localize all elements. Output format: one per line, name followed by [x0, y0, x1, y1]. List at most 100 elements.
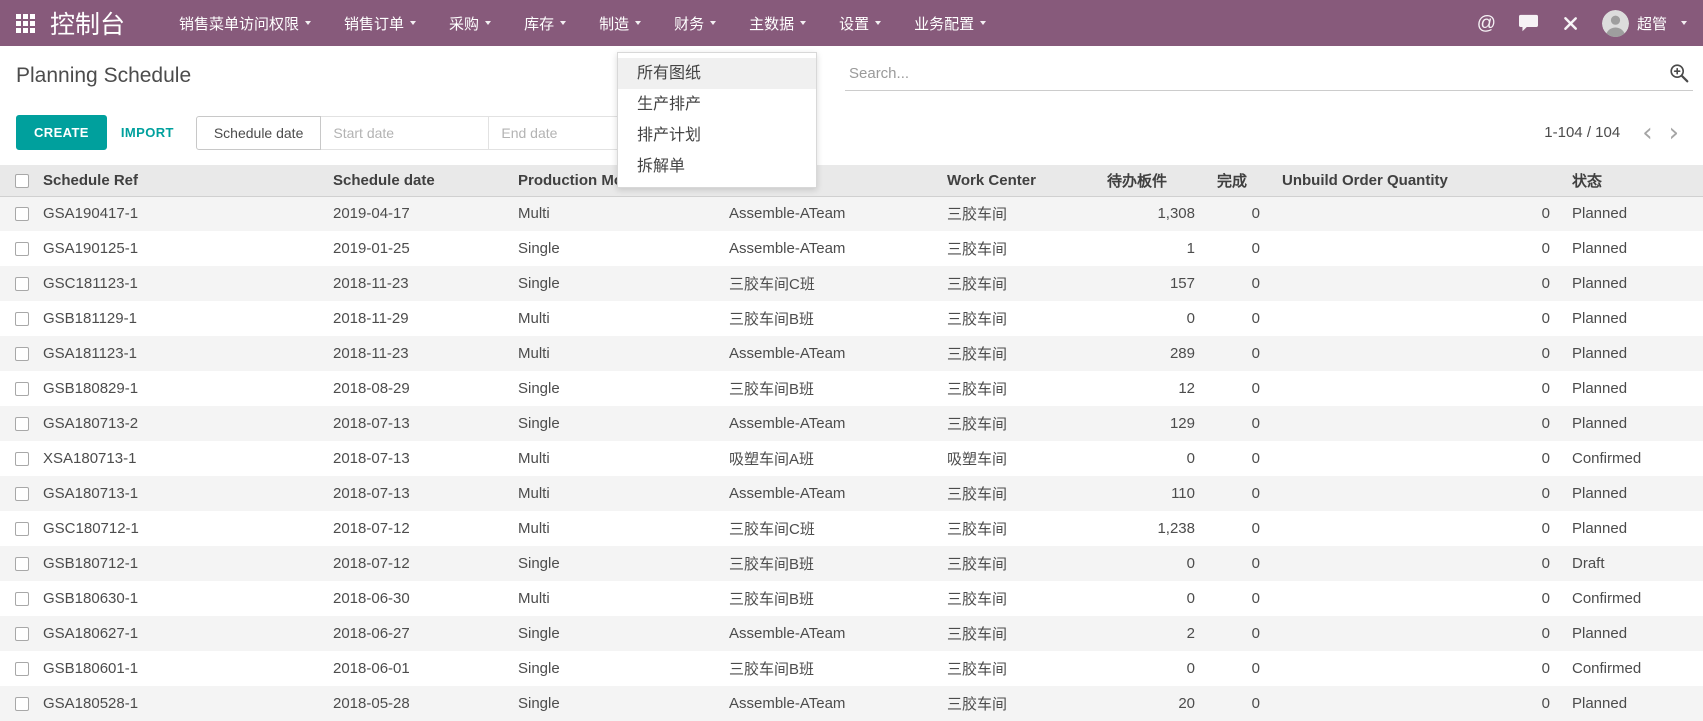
- cell-3: Single: [507, 651, 718, 686]
- table-row[interactable]: GSA190125-12019-01-25SingleAssemble-ATea…: [0, 231, 1703, 266]
- schedule-date-button[interactable]: Schedule date: [196, 116, 322, 150]
- nav-menu-1[interactable]: 销售菜单访问权限: [179, 13, 311, 34]
- row-checkbox[interactable]: [15, 417, 29, 431]
- next-page-button[interactable]: ›: [1661, 120, 1687, 146]
- table-row[interactable]: GSA180713-12018-07-13MultiAssemble-ATeam…: [0, 476, 1703, 511]
- nav-menu-2[interactable]: 销售订单: [344, 13, 416, 34]
- column-header-7[interactable]: 完成: [1206, 165, 1271, 196]
- table-row[interactable]: GSB180601-12018-06-01Single三胶车间B班三胶车间000…: [0, 651, 1703, 686]
- cell-7: 0: [1206, 301, 1271, 336]
- row-checkbox[interactable]: [15, 487, 29, 501]
- row-checkbox[interactable]: [15, 207, 29, 221]
- cell-5: 三胶车间: [936, 336, 1096, 371]
- row-checkbox[interactable]: [15, 627, 29, 641]
- row-checkbox[interactable]: [15, 697, 29, 711]
- table-row[interactable]: GSA180713-22018-07-13SingleAssemble-ATea…: [0, 406, 1703, 441]
- search-magnifier-icon[interactable]: [1667, 63, 1691, 83]
- row-checkbox[interactable]: [15, 452, 29, 466]
- table-row[interactable]: GSB181129-12018-11-29Multi三胶车间B班三胶车间000P…: [0, 301, 1703, 336]
- cell-6: 110: [1096, 476, 1206, 511]
- checkbox-cell: [0, 301, 32, 336]
- column-header-5[interactable]: Work Center: [936, 165, 1096, 196]
- column-header-9[interactable]: 状态: [1561, 165, 1703, 196]
- cell-2: 2018-06-01: [322, 651, 507, 686]
- tools-icon[interactable]: [1561, 14, 1580, 33]
- table-row[interactable]: GSB180829-12018-08-29Single三胶车间B班三胶车间120…: [0, 371, 1703, 406]
- column-header-8[interactable]: Unbuild Order Quantity: [1271, 165, 1561, 196]
- table-row[interactable]: GSC181123-12018-11-23Single三胶车间C班三胶车间157…: [0, 266, 1703, 301]
- nav-menu-label: 库存: [524, 13, 554, 34]
- cell-5: 三胶车间: [936, 546, 1096, 581]
- column-header-1[interactable]: Schedule Ref: [32, 165, 322, 196]
- row-checkbox[interactable]: [15, 242, 29, 256]
- table-row[interactable]: GSC180712-12018-07-12Multi三胶车间C班三胶车间1,23…: [0, 511, 1703, 546]
- dropdown-item-3[interactable]: 排产计划: [618, 120, 816, 151]
- mention-icon[interactable]: @: [1477, 14, 1496, 33]
- cell-4: 三胶车间B班: [718, 371, 936, 406]
- row-checkbox[interactable]: [15, 592, 29, 606]
- start-date-input[interactable]: [321, 116, 489, 150]
- cell-5: 三胶车间: [936, 581, 1096, 616]
- cell-8: 0: [1271, 301, 1561, 336]
- app-title[interactable]: 控制台: [50, 5, 125, 41]
- create-button[interactable]: CREATE: [16, 115, 107, 150]
- row-checkbox[interactable]: [15, 382, 29, 396]
- table-row[interactable]: GSA180627-12018-06-27SingleAssemble-ATea…: [0, 616, 1703, 651]
- user-menu[interactable]: 超管: [1602, 10, 1687, 37]
- row-checkbox[interactable]: [15, 347, 29, 361]
- nav-menu-6[interactable]: 财务: [674, 13, 716, 34]
- cell-5: 三胶车间: [936, 616, 1096, 651]
- dropdown-item-1[interactable]: 所有图纸: [618, 58, 816, 89]
- checkbox-cell: [0, 196, 32, 231]
- cell-7: 0: [1206, 546, 1271, 581]
- checkbox-cell: [0, 266, 32, 301]
- checkbox-cell: [0, 406, 32, 441]
- column-header-2[interactable]: Schedule date: [322, 165, 507, 196]
- row-checkbox[interactable]: [15, 522, 29, 536]
- table-row[interactable]: GSA190417-12019-04-17MultiAssemble-ATeam…: [0, 196, 1703, 231]
- cell-2: 2018-08-29: [322, 371, 507, 406]
- cell-3: Single: [507, 231, 718, 266]
- dropdown-item-4[interactable]: 拆解单: [618, 151, 816, 182]
- import-button[interactable]: IMPORT: [121, 125, 174, 140]
- nav-menu-3[interactable]: 采购: [449, 13, 491, 34]
- search-input[interactable]: [849, 65, 1667, 82]
- nav-menu-5[interactable]: 制造: [599, 13, 641, 34]
- cell-1: GSB180601-1: [32, 651, 322, 686]
- chat-icon[interactable]: [1518, 14, 1539, 33]
- row-checkbox[interactable]: [15, 662, 29, 676]
- apps-grid-icon[interactable]: [16, 14, 35, 33]
- nav-menu-7[interactable]: 主数据: [749, 13, 806, 34]
- cell-9: Draft: [1561, 546, 1703, 581]
- column-header-6[interactable]: 待办板件: [1096, 165, 1206, 196]
- nav-menu-9[interactable]: 业务配置: [914, 13, 986, 34]
- cell-2: 2018-07-13: [322, 441, 507, 476]
- nav-menu-label: 销售菜单访问权限: [179, 13, 299, 34]
- nav-menu-8[interactable]: 设置: [839, 13, 881, 34]
- avatar: [1602, 10, 1629, 37]
- dropdown-item-2[interactable]: 生产排产: [618, 89, 816, 120]
- cell-7: 0: [1206, 336, 1271, 371]
- checkbox-cell: [0, 511, 32, 546]
- select-all-checkbox[interactable]: [15, 174, 29, 188]
- prev-page-button[interactable]: ‹: [1634, 120, 1660, 146]
- row-checkbox[interactable]: [15, 277, 29, 291]
- cell-5: 吸塑车间: [936, 441, 1096, 476]
- checkbox-cell: [0, 476, 32, 511]
- cell-2: 2018-11-23: [322, 336, 507, 371]
- cell-4: Assemble-ATeam: [718, 231, 936, 266]
- navbar-right: @ 超管: [1477, 10, 1687, 37]
- table-row[interactable]: GSA181123-12018-11-23MultiAssemble-ATeam…: [0, 336, 1703, 371]
- table-row[interactable]: GSB180712-12018-07-12Single三胶车间B班三胶车间000…: [0, 546, 1703, 581]
- cell-5: 三胶车间: [936, 511, 1096, 546]
- nav-menu-label: 财务: [674, 13, 704, 34]
- row-checkbox[interactable]: [15, 557, 29, 571]
- table-row[interactable]: GSB180630-12018-06-30Multi三胶车间B班三胶车间000C…: [0, 581, 1703, 616]
- cell-7: 0: [1206, 476, 1271, 511]
- table-row[interactable]: XSA180713-12018-07-13Multi吸塑车间A班吸塑车间000C…: [0, 441, 1703, 476]
- nav-menu-label: 业务配置: [914, 13, 974, 34]
- row-checkbox[interactable]: [15, 312, 29, 326]
- cell-3: Multi: [507, 476, 718, 511]
- cell-8: 0: [1271, 476, 1561, 511]
- nav-menu-4[interactable]: 库存: [524, 13, 566, 34]
